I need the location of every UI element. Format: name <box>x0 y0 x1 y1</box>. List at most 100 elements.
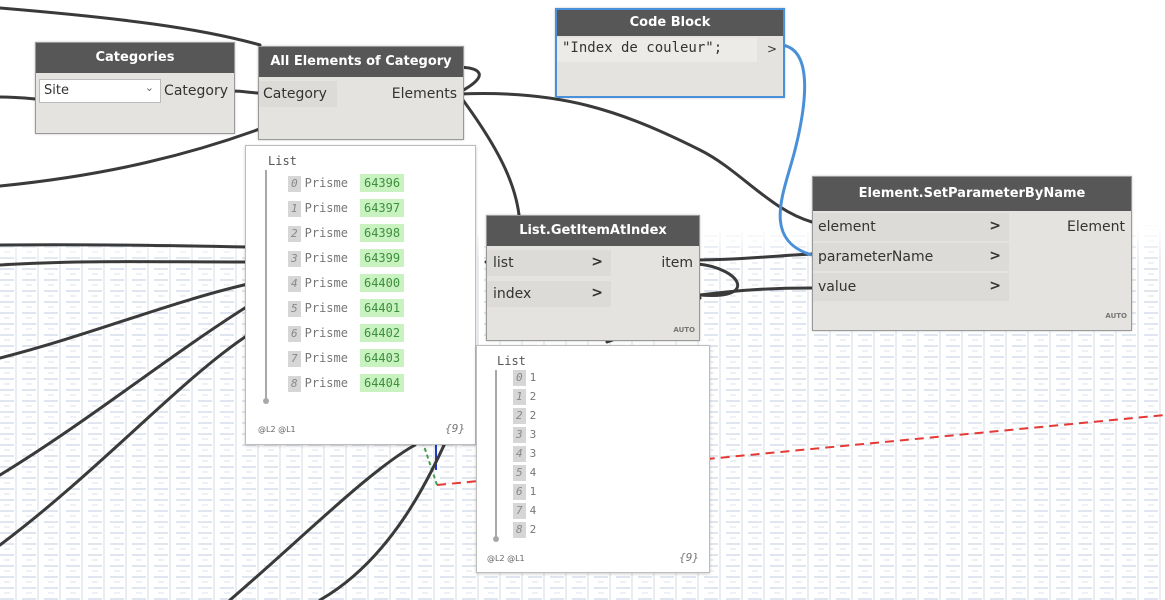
dynamo-canvas[interactable]: Categories Site ⌄ Category All Elements … <box>0 0 1165 600</box>
list-item: 22 <box>513 406 536 426</box>
wire <box>696 252 814 262</box>
list-item: 6 Prisme 64402 <box>288 323 405 343</box>
list-item-id: 64398 <box>359 224 405 242</box>
list-item-index: 0 <box>288 176 301 192</box>
list-item: 61 <box>513 482 536 502</box>
preview-list-title: List <box>497 354 526 368</box>
list-item-id: 64399 <box>359 249 405 267</box>
tree-line <box>495 370 497 540</box>
list-item-type: Prisme <box>304 176 348 190</box>
wire <box>0 304 250 477</box>
wire <box>0 95 38 101</box>
list-item-index: 7 <box>288 351 301 367</box>
list-levels: @L2 @L1 <box>487 554 525 563</box>
list-count: {9} <box>445 422 465 435</box>
list-item: 4 Prisme 64400 <box>288 273 405 293</box>
list-item-value: 4 <box>529 504 537 517</box>
output-port-category[interactable]: Category <box>164 80 228 102</box>
code-text: "Index de couleur"; <box>562 40 723 56</box>
tree-dot <box>263 398 269 404</box>
list-item: 74 <box>513 501 536 521</box>
input-port-parametername[interactable]: parameterName > <box>813 243 1009 271</box>
output-port-item[interactable]: item <box>661 252 693 274</box>
list-item: 0 Prisme 64396 <box>288 173 405 193</box>
list-item-value: 4 <box>529 466 537 479</box>
input-port-element[interactable]: element > <box>813 213 1009 241</box>
wire <box>228 443 417 600</box>
getitem-preview-bubble[interactable]: List 011222334354617482 @L2 @L1 {9} <box>476 345 710 573</box>
list-count: {9} <box>679 551 699 564</box>
code-editor[interactable]: "Index de couleur"; <box>557 38 757 62</box>
tree-dot <box>493 536 499 542</box>
list-levels: @L2 @L1 <box>258 425 296 434</box>
node-title: Element.SetParameterByName <box>813 177 1131 211</box>
chevron-down-icon: ⌄ <box>144 81 154 94</box>
input-port-category[interactable]: Category <box>259 81 337 107</box>
input-port-index[interactable]: index > <box>487 281 611 307</box>
list-item: 82 <box>513 520 536 540</box>
list-item: 1 Prisme 64397 <box>288 198 405 218</box>
list-item-value: 2 <box>529 390 537 403</box>
wire <box>0 243 250 249</box>
node-title: Code Block <box>557 10 783 36</box>
list-item-index: 1 <box>513 389 526 405</box>
list-item: 43 <box>513 444 536 464</box>
list-item-type: Prisme <box>304 276 348 290</box>
wire <box>0 333 250 547</box>
list-item-type: Prisme <box>304 301 348 315</box>
list-item-index: 2 <box>513 408 526 424</box>
list-item-type: Prisme <box>304 226 348 240</box>
list-item: 12 <box>513 387 536 407</box>
list-item-id: 64400 <box>359 274 405 292</box>
list-item-id: 64402 <box>359 324 405 342</box>
output-port-element[interactable]: Element <box>1067 216 1125 238</box>
list-item: 2 Prisme 64398 <box>288 223 405 243</box>
list-item: 3 Prisme 64399 <box>288 248 405 268</box>
list-item-index: 8 <box>288 376 301 392</box>
category-dropdown[interactable]: Site ⌄ <box>39 79 161 103</box>
lacing-badge[interactable]: AUTO <box>673 326 695 334</box>
list-item-type: Prisme <box>304 351 348 365</box>
chevron-right-icon: > <box>989 278 1001 294</box>
wire <box>0 6 262 47</box>
code-block-node[interactable]: Code Block "Index de couleur"; > <box>555 8 785 98</box>
list-item-type: Prisme <box>304 251 348 265</box>
list-item-index: 1 <box>288 201 301 217</box>
input-port-value[interactable]: value > <box>813 273 1009 301</box>
list-item-type: Prisme <box>304 326 348 340</box>
wire <box>0 282 250 360</box>
list-item-value: 3 <box>529 447 537 460</box>
list-item-id: 64401 <box>359 299 405 317</box>
dropdown-value: Site <box>44 83 69 98</box>
list-item-index: 6 <box>288 326 301 342</box>
node-title: Categories <box>36 43 234 73</box>
list-item-id: 64397 <box>359 199 405 217</box>
list-item-value: 3 <box>529 428 537 441</box>
list-item-type: Prisme <box>304 201 348 215</box>
elements-preview-bubble[interactable]: List 0 Prisme 64396 1 Prisme 64397 2 Prisme 6439… <box>245 145 476 445</box>
list-item-id: 64403 <box>359 349 405 367</box>
list-item: 33 <box>513 425 536 445</box>
wire <box>230 89 262 95</box>
node-title: All Elements of Category <box>259 47 463 77</box>
all-elements-of-category-node[interactable]: All Elements of Category Category Elemen… <box>258 46 464 140</box>
element-setparameterbyname-node[interactable]: Element.SetParameterByName element > par… <box>812 176 1132 331</box>
list-item-id: 64404 <box>359 374 405 392</box>
list-item-value: 2 <box>529 523 537 536</box>
lacing-badge[interactable]: AUTO <box>1105 312 1127 320</box>
list-getitematindex-node[interactable]: List.GetItemAtIndex list > index > item … <box>486 215 700 341</box>
output-port-arrow[interactable]: > <box>767 38 777 60</box>
list-item: 5 Prisme 64401 <box>288 298 405 318</box>
chevron-right-icon: > <box>989 218 1001 234</box>
preview-list-title: List <box>268 154 297 168</box>
wire <box>698 286 814 297</box>
output-port-elements[interactable]: Elements <box>392 83 457 105</box>
list-item-value: 1 <box>529 371 537 384</box>
wire <box>318 418 457 600</box>
list-item-type: Prisme <box>304 376 348 390</box>
categories-node[interactable]: Categories Site ⌄ Category <box>35 42 235 134</box>
list-item-index: 3 <box>288 251 301 267</box>
list-item-index: 4 <box>288 276 301 292</box>
chevron-right-icon: > <box>591 254 603 270</box>
input-port-list[interactable]: list > <box>487 250 611 276</box>
